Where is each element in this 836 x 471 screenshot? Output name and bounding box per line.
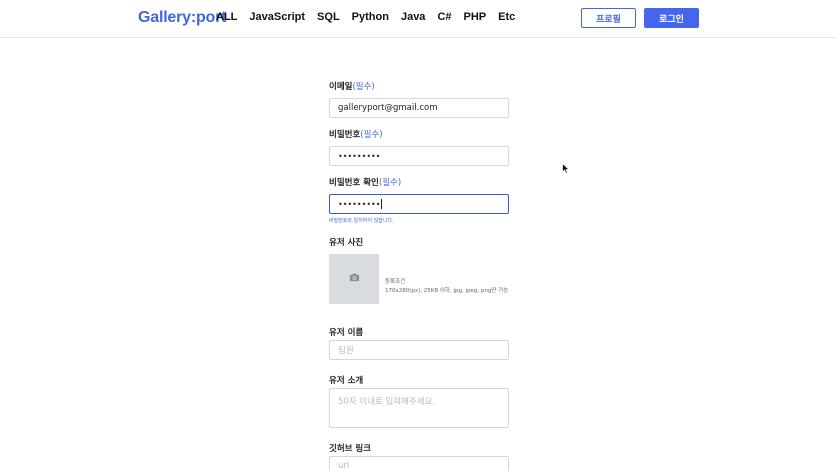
password-confirm-label-text: 비밀번호 확인 (329, 178, 379, 188)
required-mark: (필수) (352, 82, 375, 92)
password-label: 비밀번호(필수) (329, 128, 383, 140)
password-value: ••••••••• (338, 151, 381, 161)
password-field[interactable]: ••••••••• (329, 146, 509, 166)
text-caret (381, 199, 383, 209)
bio-textarea[interactable]: 50자 이내로 입력해주세요. (329, 388, 509, 428)
password-mismatch-error: 비밀번호와 일치하지 않습니다. (329, 218, 394, 224)
nav-item-java[interactable]: Java (401, 11, 425, 23)
password-confirm-value: ••••••••• (338, 199, 381, 209)
username-label: 유저 이름 (329, 328, 364, 338)
password-confirm-field[interactable]: ••••••••• (329, 194, 509, 214)
github-placeholder: url (338, 461, 350, 471)
photo-upload[interactable] (329, 254, 379, 304)
nav-item-etc[interactable]: Etc (498, 11, 515, 23)
email-label: 이메일(필수) (329, 80, 375, 92)
nav-item-sql[interactable]: SQL (317, 11, 340, 23)
nav-item-csharp[interactable]: C# (437, 11, 451, 23)
email-field[interactable]: galleryport@gmail.com (329, 98, 509, 118)
photo-conditions-text: 170x280(px), 25KB 이하, jpg, jpeg, png만 가능 (385, 288, 509, 294)
logo[interactable]: Gallery:port (138, 9, 226, 27)
photo-conditions: 등록조건 170x280(px), 25KB 이하, jpg, jpeg, pn… (385, 278, 509, 296)
photo-label: 유저 사진 (329, 238, 364, 248)
bio-placeholder: 50자 이내로 입력해주세요. (338, 397, 436, 407)
username-placeholder: 팀원 (338, 346, 354, 356)
email-value: galleryport@gmail.com (338, 103, 438, 113)
email-label-text: 이메일 (329, 82, 353, 92)
username-field[interactable]: 팀원 (329, 340, 509, 360)
profile-button[interactable]: 프로필 (581, 8, 636, 28)
required-mark: (필수) (378, 178, 402, 188)
login-button[interactable]: 로그인 (644, 8, 699, 28)
bio-label: 유저 소개 (329, 376, 364, 386)
github-link-field[interactable]: url (329, 456, 509, 471)
nav-item-all[interactable]: ALL (216, 11, 237, 23)
category-nav: ALL JavaScript SQL Python Java C# PHP Et… (216, 11, 515, 23)
camera-icon (349, 270, 360, 288)
top-header: Gallery:port ALL JavaScript SQL Python J… (0, 0, 836, 38)
mouse-pointer-icon (562, 161, 570, 179)
nav-item-python[interactable]: Python (352, 11, 389, 23)
github-label: 깃허브 링크 (329, 444, 372, 454)
password-label-text: 비밀번호 (329, 130, 361, 140)
password-confirm-label: 비밀번호 확인(필수) (329, 176, 401, 188)
photo-conditions-title: 등록조건 (385, 279, 406, 285)
nav-item-php[interactable]: PHP (464, 11, 487, 23)
required-mark: (필수) (360, 130, 383, 140)
nav-item-javascript[interactable]: JavaScript (249, 11, 305, 23)
